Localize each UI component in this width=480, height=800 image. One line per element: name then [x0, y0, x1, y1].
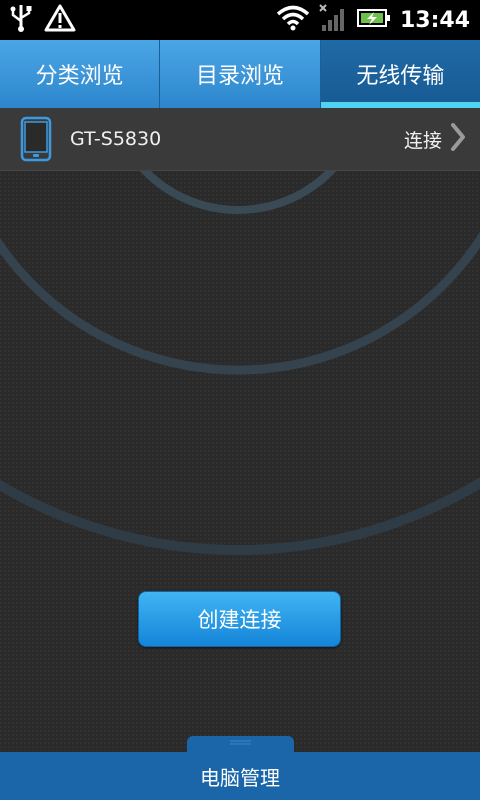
device-row[interactable]: GT-S5830 连接	[0, 108, 480, 171]
tab-wireless-transfer[interactable]: 无线传输	[320, 40, 480, 108]
create-connection-button[interactable]: 创建连接	[138, 591, 341, 647]
wifi-icon	[276, 4, 310, 36]
signal-icon	[318, 3, 348, 37]
tab-directory-browse[interactable]: 目录浏览	[160, 40, 321, 108]
pc-management-bar[interactable]: 电脑管理	[0, 752, 480, 800]
warning-icon	[44, 3, 76, 37]
status-time: 13:44	[399, 7, 470, 33]
battery-charging-icon	[356, 7, 392, 33]
device-name: GT-S5830	[70, 128, 162, 150]
tab-category-browse[interactable]: 分类浏览	[0, 40, 161, 108]
radar-background	[0, 170, 480, 750]
connect-button[interactable]: 连接	[404, 123, 480, 155]
phone-icon	[20, 116, 52, 162]
status-bar: 13:44	[0, 0, 480, 40]
usb-icon	[8, 3, 34, 37]
chevron-right-icon	[450, 123, 466, 155]
connect-label: 连接	[403, 129, 442, 152]
tab-bar: 分类浏览 目录浏览 无线传输	[0, 40, 480, 108]
